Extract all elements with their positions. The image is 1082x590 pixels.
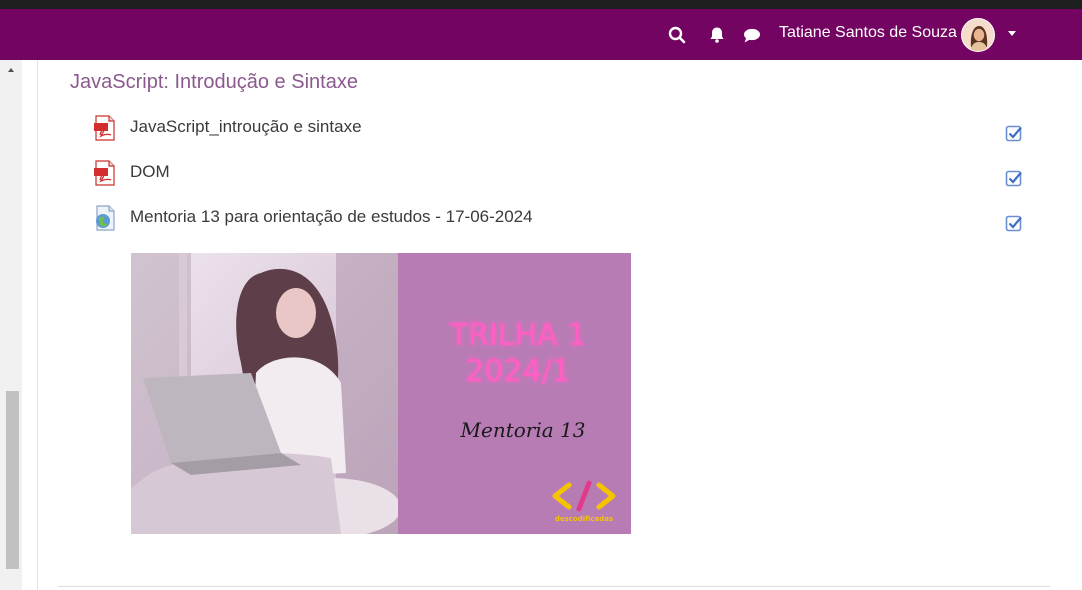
browser-top-strip (0, 0, 1082, 9)
scrollbar[interactable] (0, 60, 22, 590)
chat-icon[interactable] (743, 26, 761, 44)
activity-label[interactable]: DOM (130, 162, 170, 182)
section-title[interactable]: JavaScript: Introdução e Sintaxe (70, 71, 358, 94)
chevron-down-icon[interactable] (1008, 31, 1016, 36)
activity-item: Mentoria 13 para orientação de estudos -… (93, 205, 1033, 235)
bell-icon[interactable] (708, 26, 726, 44)
pdf-icon (93, 160, 117, 186)
banner-trilha-line2: 2024/1 (465, 354, 571, 389)
activity-label[interactable]: Mentoria 13 para orientação de estudos -… (130, 207, 533, 227)
activity-item: JavaScript_introução e sintaxe (93, 115, 1033, 145)
activity-label[interactable]: JavaScript_introução e sintaxe (130, 117, 362, 137)
banner-mentoria: Mentoria 13 (460, 418, 586, 442)
content-left-border (37, 60, 38, 590)
mentoria-banner-image: TRILHA 1 2024/1 Mentoria 13 descodificad… (131, 253, 631, 534)
scroll-thumb[interactable] (6, 391, 19, 569)
activity-item: DOM (93, 160, 1033, 190)
url-icon (93, 205, 117, 231)
scroll-up-arrow-icon[interactable] (8, 68, 14, 72)
completion-checkbox-icon[interactable] (1005, 214, 1023, 232)
banner-trilha-line1: TRILHA 1 (449, 318, 586, 353)
search-icon[interactable] (668, 26, 686, 44)
user-name[interactable]: Tatiane Santos de Souza (779, 24, 957, 42)
avatar[interactable] (961, 18, 995, 52)
completion-checkbox-icon[interactable] (1005, 169, 1023, 187)
top-navbar: Tatiane Santos de Souza (0, 9, 1082, 60)
pdf-icon (93, 115, 117, 141)
section-divider (58, 586, 1050, 587)
svg-text:descodificadas: descodificadas (555, 515, 613, 523)
completion-checkbox-icon[interactable] (1005, 124, 1023, 142)
